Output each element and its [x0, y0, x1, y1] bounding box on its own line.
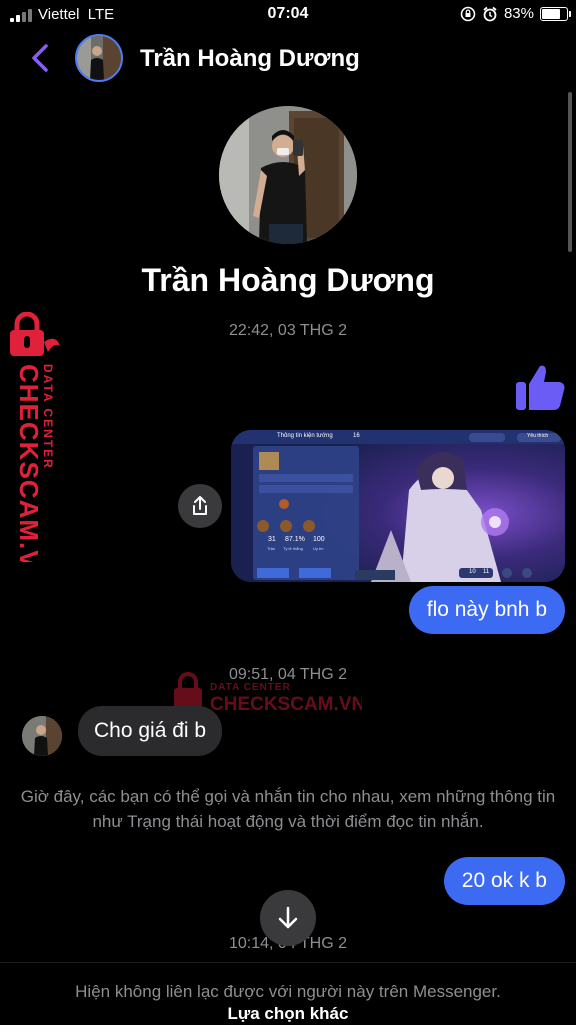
attachment-badge: Yêu thích: [527, 433, 549, 439]
message-text: Cho giá đi b: [94, 719, 207, 742]
attachment-value-2: 11: [483, 569, 490, 575]
contact-avatar[interactable]: [22, 716, 62, 756]
header-avatar[interactable]: [75, 34, 123, 82]
message-bubble-incoming[interactable]: Cho giá đi b: [78, 706, 223, 756]
attachment-stat-3: 100: [313, 536, 325, 543]
scrollbar[interactable]: [568, 92, 572, 252]
back-arrow-icon[interactable]: [28, 42, 52, 74]
message-bubble-outgoing[interactable]: flo này bnh b: [408, 586, 565, 634]
battery-icon: [540, 6, 571, 21]
message-text: flo này bnh b: [426, 598, 547, 621]
share-button[interactable]: [178, 484, 222, 528]
scroll-to-bottom-button[interactable]: [260, 890, 316, 946]
timestamp: 22:42, 03 THG 2: [229, 322, 347, 339]
svg-text:CHECKSCAM.VN: CHECKSCAM.VN: [14, 364, 44, 562]
thumbs-up-icon: [516, 365, 565, 410]
attachment-count: 16: [353, 433, 360, 439]
profile-name: Trần Hoàng Dương: [141, 262, 435, 298]
message-text: 20 ok k b: [461, 869, 547, 892]
svg-text:CHECKSCAM.VN: CHECKSCAM.VN: [210, 694, 362, 715]
attachment-header: Thông tin kiện tướng: [277, 433, 333, 439]
attachment-stat-1-label: Trận: [267, 546, 276, 551]
alarm-icon: [483, 6, 497, 21]
attachment-stat-3-label: Uy tín: [313, 546, 324, 551]
other-options-link[interactable]: Lựa chọn khác: [0, 1004, 576, 1024]
svg-text:DATA CENTER: DATA CENTER: [41, 364, 55, 470]
conversation-title[interactable]: Trần Hoàng Dương: [140, 45, 360, 73]
svg-text:DATA CENTER: DATA CENTER: [210, 682, 291, 693]
attachment-stat-2-label: Tỷ lệ thắng: [283, 546, 303, 551]
battery-percent: 83%: [503, 5, 534, 22]
image-attachment[interactable]: Thông tin kiện tướng 16 Yêu thích 31 Trậ…: [231, 430, 565, 582]
unavailable-notice: Hiện không liên lạc được với người này t…: [75, 982, 501, 1001]
attachment-value-1: 10: [469, 569, 476, 575]
share-icon: [193, 496, 207, 515]
profile-photo[interactable]: [219, 106, 357, 244]
attachment-stat-1: 31: [268, 536, 276, 543]
attachment-stat-2: 87.1%: [285, 536, 305, 543]
message-bubble-outgoing[interactable]: 20 ok k b: [443, 857, 565, 905]
system-notice: Giờ đây, các bạn có thể gọi và nhắn tin …: [20, 787, 556, 831]
orientation-lock-icon: [460, 6, 476, 21]
arrow-down-icon: [278, 906, 298, 929]
status-bar: Viettel LTE 07:04 83%: [0, 0, 576, 30]
watermark-logo: CHECKSCAM.VN DATA CENTER: [4, 311, 64, 588]
